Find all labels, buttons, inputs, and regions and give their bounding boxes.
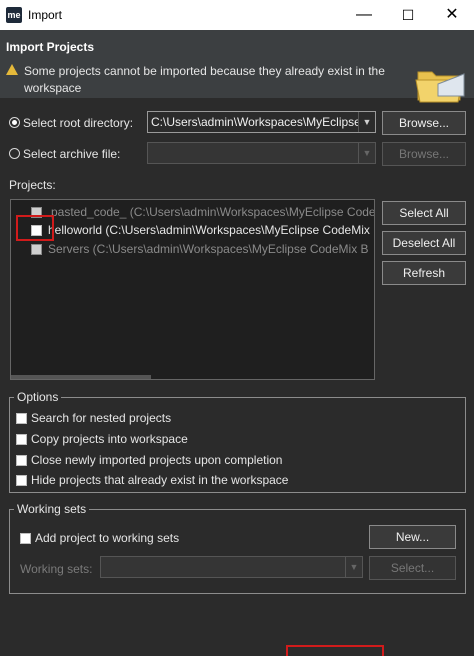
root-directory-combo[interactable]: C:\Users\admin\Workspaces\MyEclipse ▼ — [147, 111, 376, 133]
maximize-button[interactable]: ☐ — [386, 0, 430, 30]
projects-list[interactable]: pasted_code_ (C:\Users\admin\Workspaces\… — [10, 199, 375, 380]
refresh-button[interactable]: Refresh — [382, 261, 466, 285]
project-checkbox[interactable] — [31, 244, 42, 255]
app-icon: me — [6, 7, 22, 23]
working-sets-group-title: Working sets — [14, 502, 90, 516]
project-name: helloworld (C:\Users\admin\Workspaces\My… — [48, 223, 370, 237]
header-banner: Import Projects Some projects cannot be … — [0, 30, 474, 103]
checkbox-box[interactable] — [16, 434, 27, 445]
checkbox-label: Hide projects that already exist in the … — [31, 473, 289, 487]
new-working-set-button[interactable]: New... — [369, 525, 456, 549]
deselect-all-button[interactable]: Deselect All — [382, 231, 466, 255]
warning-icon — [6, 64, 18, 75]
chevron-down-icon[interactable]: ▼ — [345, 557, 362, 577]
browse-archive-button[interactable]: Browse... — [382, 142, 466, 166]
chevron-down-icon[interactable]: ▼ — [358, 143, 375, 163]
archive-file-combo[interactable]: ▼ — [147, 142, 376, 164]
minimize-button[interactable]: — — [342, 0, 386, 30]
warning-message: Some projects cannot be imported because… — [24, 64, 385, 95]
browse-directory-button[interactable]: Browse... — [382, 111, 466, 135]
archive-file-label: Select archive file: — [23, 147, 121, 161]
checkbox-box[interactable] — [16, 475, 27, 486]
horizontal-scrollbar[interactable] — [11, 375, 151, 379]
list-item[interactable]: Servers (C:\Users\admin\Workspaces\MyEcl… — [11, 240, 374, 259]
select-all-button[interactable]: Select All — [382, 201, 466, 225]
checkbox-box[interactable] — [20, 533, 31, 544]
list-item[interactable]: pasted_code_ (C:\Users\admin\Workspaces\… — [11, 203, 375, 222]
folder-icon — [415, 71, 465, 103]
select-working-set-button[interactable]: Select... — [369, 556, 456, 580]
root-directory-value: C:\Users\admin\Workspaces\MyEclipse — [151, 115, 361, 129]
window-title: Import — [28, 8, 63, 22]
page-title: Import Projects — [6, 40, 95, 54]
project-name: pasted_code_ (C:\Users\admin\Workspaces\… — [51, 205, 375, 219]
archive-file-radio[interactable] — [9, 148, 20, 159]
working-sets-combo[interactable]: ▼ — [100, 556, 363, 578]
close-button[interactable]: ✕ — [430, 0, 474, 30]
highlight-box — [16, 215, 54, 241]
checkbox-label: Close newly imported projects upon compl… — [31, 453, 283, 467]
checkbox-box[interactable] — [16, 413, 27, 424]
checkbox-label: Copy projects into workspace — [31, 432, 188, 446]
chevron-down-icon[interactable]: ▼ — [358, 112, 375, 132]
options-group-title: Options — [14, 390, 62, 404]
list-item[interactable]: helloworld (C:\Users\admin\Workspaces\My… — [11, 221, 374, 240]
title-bar: me Import — ☐ ✕ — [0, 0, 474, 30]
working-sets-group — [9, 509, 466, 594]
checkbox-label: Search for nested projects — [31, 411, 172, 425]
checkbox-box[interactable] — [16, 455, 27, 466]
project-name: Servers (C:\Users\admin\Workspaces\MyEcl… — [48, 242, 369, 256]
checkbox-label: Add project to working sets — [35, 531, 180, 545]
root-directory-radio[interactable] — [9, 117, 20, 128]
highlight-box — [286, 645, 384, 656]
root-directory-label: Select root directory: — [23, 116, 134, 130]
projects-label: Projects: — [9, 178, 56, 192]
working-sets-label: Working sets: — [20, 562, 93, 576]
